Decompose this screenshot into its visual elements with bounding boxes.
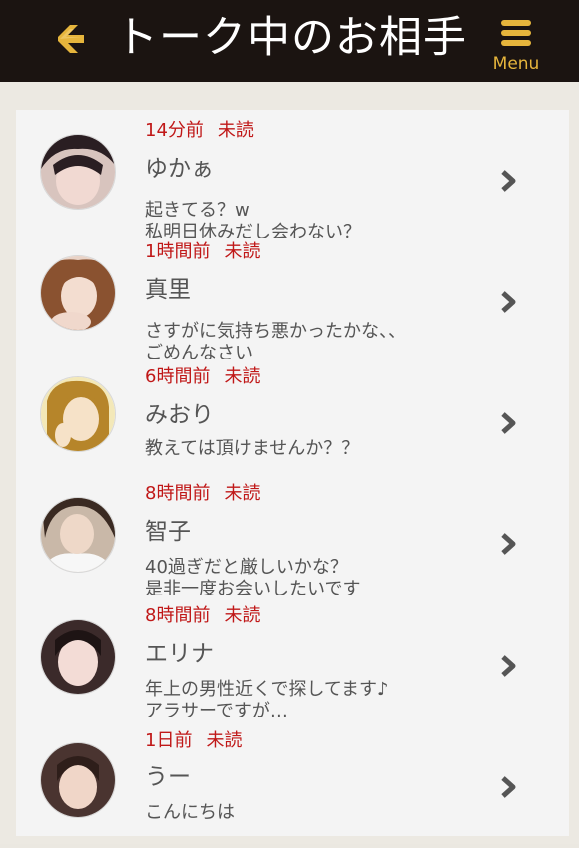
- contact-name: みおり: [145, 402, 214, 428]
- timestamp: 1時間前: [145, 241, 211, 262]
- avatar: [40, 134, 116, 210]
- chevron-right-icon: [501, 776, 516, 798]
- message-preview: 起きてる？w 私明日休みだし会わない？: [145, 200, 361, 238]
- avatar-photo: [41, 620, 115, 694]
- unread-badge: 未読: [206, 730, 243, 751]
- unread-badge: 未読: [224, 605, 261, 626]
- contact-name: 真里: [145, 277, 191, 303]
- message-preview: 教えては頂けませんか？？: [145, 438, 360, 459]
- conversation-item[interactable]: 8時間前 未読 エリナ 年上の男性近くで探してます♪ アラサーですが…: [16, 605, 569, 723]
- message-preview: こんにちは: [145, 802, 235, 823]
- message-preview: さすがに気持ち悪かったかな、、 ごめんなさい: [145, 321, 406, 359]
- timestamp-row: 8時間前 未読: [145, 605, 475, 627]
- avatar-photo: [41, 377, 115, 451]
- timestamp: 1日前: [145, 730, 193, 751]
- menu-button[interactable]: Menu: [485, 12, 547, 76]
- unread-badge: 未読: [224, 483, 261, 504]
- avatar-photo: [41, 498, 115, 572]
- chevron-right-icon: [501, 170, 516, 192]
- avatar: [40, 742, 116, 818]
- avatar-photo: [41, 256, 115, 330]
- timestamp-row: 1日前 未読: [145, 730, 475, 752]
- chevron-right-icon: [501, 291, 516, 313]
- conversation-item[interactable]: 8時間前 未読 智子 40過ぎだと厳しいかな？ 是非一度お会いしたいです: [16, 483, 569, 601]
- chevron-right-icon: [501, 533, 516, 555]
- conversation-item[interactable]: 1日前 未読 うー こんにちは: [16, 730, 569, 848]
- timestamp-row: 6時間前 未読: [145, 366, 475, 388]
- timestamp-row: 8時間前 未読: [145, 483, 475, 505]
- timestamp: 14分前: [145, 120, 204, 141]
- avatar: [40, 497, 116, 573]
- unread-badge: 未読: [224, 241, 261, 262]
- unread-badge: 未読: [224, 366, 261, 387]
- avatar-photo: [41, 135, 115, 209]
- timestamp: 8時間前: [145, 483, 211, 504]
- contact-name: ゆかぁ: [145, 156, 214, 182]
- conversation-item[interactable]: 1時間前 未読 真里 さすがに気持ち悪かったかな、、 ごめんなさい: [16, 241, 569, 359]
- conversation-item[interactable]: 6時間前 未読 みおり 教えては頂けませんか？？: [16, 366, 569, 484]
- chevron-right-icon: [501, 655, 516, 677]
- avatar: [40, 619, 116, 695]
- timestamp-row: 14分前 未読: [145, 120, 475, 142]
- conversation-item[interactable]: 14分前 未読 ゆかぁ 起きてる？w 私明日休みだし会わない？: [16, 120, 569, 238]
- message-preview: 40過ぎだと厳しいかな？ 是非一度お会いしたいです: [145, 557, 361, 595]
- back-arrow-icon: [58, 25, 84, 53]
- avatar: [40, 255, 116, 331]
- back-button[interactable]: [48, 17, 94, 63]
- page-title: トーク中のお相手: [115, 13, 467, 63]
- contact-name: 智子: [145, 519, 191, 545]
- avatar: [40, 376, 116, 452]
- timestamp-row: 1時間前 未読: [145, 241, 475, 263]
- app-header: トーク中のお相手 Menu: [0, 0, 579, 82]
- unread-badge: 未読: [217, 120, 254, 141]
- hamburger-icon: [501, 20, 531, 46]
- timestamp: 8時間前: [145, 605, 211, 626]
- avatar-photo: [41, 743, 115, 817]
- conversation-list: 14分前 未読 ゆかぁ 起きてる？w 私明日休みだし会わない？ 1時間前 未読 真里 …: [16, 110, 569, 836]
- chevron-right-icon: [501, 412, 516, 434]
- menu-label: Menu: [492, 54, 540, 74]
- timestamp: 6時間前: [145, 366, 211, 387]
- contact-name: エリナ: [145, 641, 214, 667]
- message-preview: 年上の男性近くで探してます♪ アラサーですが…: [145, 679, 389, 717]
- contact-name: うー: [145, 764, 191, 790]
